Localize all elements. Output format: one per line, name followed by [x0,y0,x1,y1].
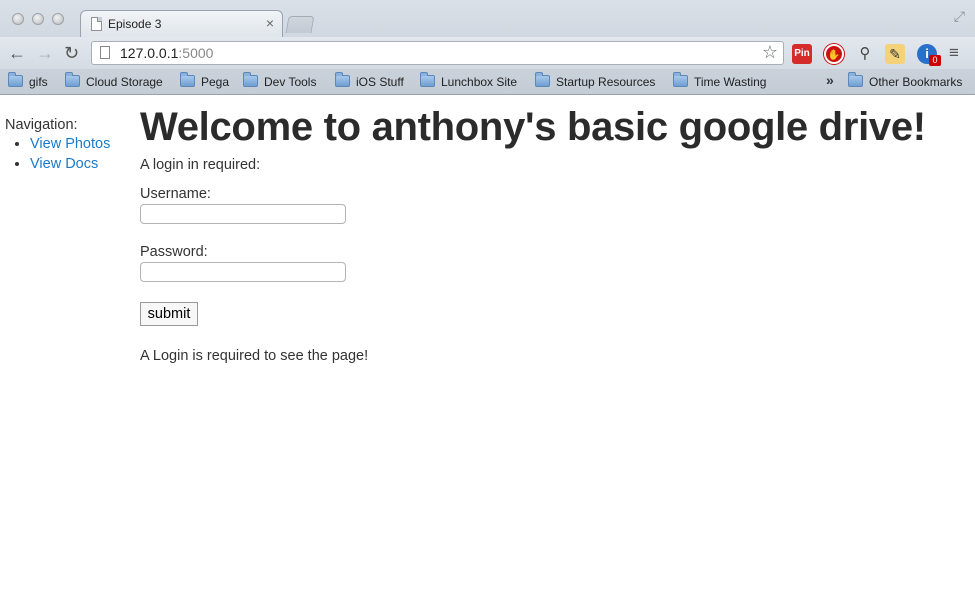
bookmark-folder[interactable]: Time Wasting [673,72,767,90]
page-title: Welcome to anthony's basic google drive! [140,105,926,149]
bookmark-folder[interactable]: iOS Stuff [335,72,404,90]
bookmark-star-icon[interactable]: ☆ [762,41,778,63]
folder-icon [535,72,550,87]
username-input[interactable] [140,204,346,224]
bookmarks-bar: gifs Cloud Storage Pega Dev Tools iOS St… [0,69,975,94]
login-required-message: A Login is required to see the page! [140,348,369,364]
bookmark-folder[interactable]: Lunchbox Site [420,72,518,90]
bookmark-folder[interactable]: Cloud Storage [65,72,163,90]
zoom-window-button[interactable] [52,13,64,25]
adblock-extension-icon[interactable]: ✋ [824,44,844,64]
bookmarks-overflow-icon[interactable]: » [826,72,834,88]
tab-title: Episode 3 [108,17,162,31]
bookmark-label: Pega [201,75,230,89]
url-port: :5000 [178,45,214,61]
bookmark-label: Startup Resources [556,75,656,89]
folder-icon [848,72,863,87]
bookmark-folder[interactable]: Pega [180,72,230,90]
other-bookmarks-folder[interactable]: Other Bookmarks [848,72,963,90]
browser-toolbar: ← → ↻ 127.0.0.1:5000 ☆ Pin ✋ ⚲ ✎ i 0 ≡ [0,37,975,69]
bookmark-folder[interactable]: Startup Resources [535,72,656,90]
bookmark-label: Other Bookmarks [869,75,963,89]
login-notice: A login in required: [140,157,261,173]
new-tab-button[interactable] [285,16,315,33]
password-input[interactable] [140,262,346,282]
bookmark-label: gifs [29,75,48,89]
username-label: Username: [140,186,211,202]
url-text: 127.0.0.1:5000 [120,42,213,64]
back-arrow-icon[interactable]: ← [8,42,26,64]
tab-episode-3[interactable]: Episode 3 × [80,10,283,37]
list-item: View Photos [30,134,110,154]
bookmark-label: Lunchbox Site [441,75,518,89]
fullscreen-icon[interactable]: ⤢ [954,8,965,25]
submit-button[interactable]: submit [140,302,198,326]
folder-icon [335,72,350,87]
folder-icon [8,72,23,87]
browser-chrome: Episode 3 × ⤢ ← → ↻ 127.0.0.1:5000 ☆ Pin… [0,0,975,95]
folder-icon [65,72,80,87]
bookmark-label: Time Wasting [694,75,767,89]
bookmark-label: Dev Tools [264,75,317,89]
reload-icon[interactable]: ↻ [64,42,79,64]
close-window-button[interactable] [12,13,24,25]
forward-arrow-icon[interactable]: → [36,42,54,64]
login-form: Username: Password: submit [140,186,926,326]
navigation-list: View Photos View Docs [5,134,110,174]
list-item: View Docs [30,154,110,174]
folder-icon [420,72,435,87]
folder-icon [243,72,258,87]
bookmark-label: Cloud Storage [86,75,163,89]
bookmark-folder[interactable]: gifs [8,72,48,90]
view-photos-link[interactable]: View Photos [30,136,110,152]
tab-strip: Episode 3 × ⤢ [0,0,975,37]
pin-label: Pin [794,48,810,59]
page-icon [100,46,110,59]
minimize-window-button[interactable] [32,13,44,25]
folder-icon [673,72,688,87]
url-host: 127.0.0.1 [120,45,179,61]
pinterest-extension-icon[interactable]: Pin [792,44,812,64]
page-icon [91,17,102,31]
bookmark-folder[interactable]: Dev Tools [243,72,317,90]
view-docs-link[interactable]: View Docs [30,156,98,172]
editor-extension-icon[interactable]: ✎ [885,44,905,64]
main-content: Welcome to anthony's basic google drive!… [140,102,926,364]
extension-badge: 0 [929,55,941,66]
tab-close-icon[interactable]: × [266,15,274,31]
tool-extension-icon[interactable]: ⚲ [855,44,875,64]
address-bar[interactable]: 127.0.0.1:5000 ☆ [91,41,784,65]
menu-icon[interactable]: ≡ [949,42,959,64]
password-label: Password: [140,244,208,260]
navigation-sidebar: Navigation: View Photos View Docs [5,117,110,174]
navigation-heading: Navigation: [5,117,78,133]
bookmark-label: iOS Stuff [356,75,404,89]
folder-icon [180,72,195,87]
